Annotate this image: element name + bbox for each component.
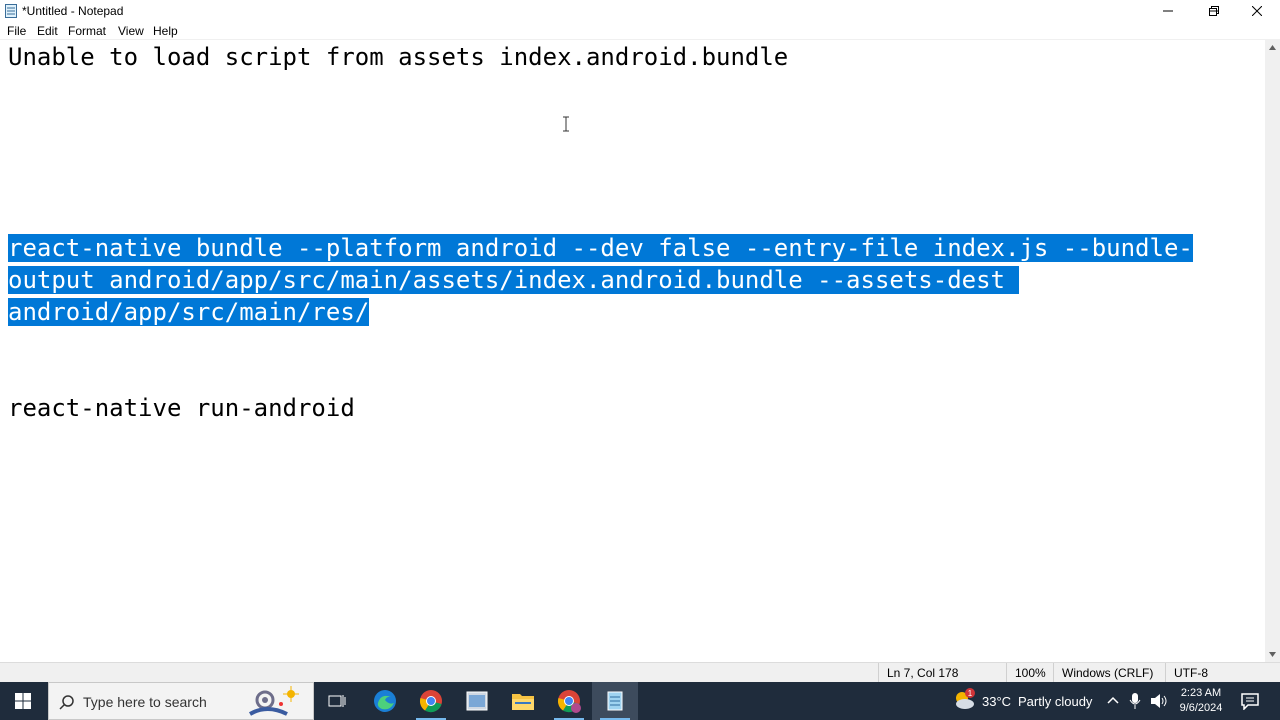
line-text: Unable to load script from assets index.…	[8, 43, 789, 71]
weather-temperature[interactable]: 33°C	[982, 694, 1011, 709]
search-icon	[59, 695, 74, 710]
title-bar[interactable]: *Untitled - Notepad	[0, 0, 1280, 21]
notepad-taskbar-button-alt[interactable]	[454, 682, 500, 720]
line-ending: Windows (CRLF)	[1053, 663, 1165, 683]
clock-time: 2:23 AM	[1180, 687, 1222, 699]
menu-format[interactable]: Format	[68, 24, 106, 38]
text-cursor-icon	[562, 116, 570, 132]
task-view-icon	[328, 695, 346, 707]
clock-date: 9/6/2024	[1179, 702, 1223, 714]
weather-badge: 1	[968, 689, 973, 698]
menu-help[interactable]: Help	[153, 24, 178, 38]
vertical-scrollbar[interactable]	[1265, 40, 1280, 662]
edge-icon	[374, 690, 396, 712]
edge-button[interactable]	[362, 682, 408, 720]
restore-button[interactable]	[1191, 0, 1237, 21]
line-text: react-native run-android	[8, 394, 355, 422]
scroll-down-icon	[1269, 652, 1276, 657]
task-view-button[interactable]	[314, 682, 360, 720]
windows-logo-icon	[15, 693, 31, 709]
taskbar: Type here to search 1 33°C Partly cloudy…	[0, 682, 1280, 720]
editor-line: android/app/src/main/res/	[8, 296, 370, 328]
min-button[interactable]	[1145, 0, 1191, 21]
editor-line: react-native bundle --platform android -…	[8, 232, 1193, 264]
chrome-icon	[419, 690, 442, 713]
close-icon	[1252, 5, 1262, 16]
editor-line: react-native run-android	[8, 392, 355, 424]
microphone-icon[interactable]	[1129, 693, 1141, 714]
editor-line: output android/app/src/main/assets/index…	[8, 264, 1020, 296]
menu-view[interactable]: View	[118, 24, 144, 38]
folder-icon	[512, 694, 534, 710]
search-highlight-icon	[248, 686, 299, 716]
cursor-position: Ln 7, Col 178	[878, 663, 1006, 683]
menu-bar: File Edit Format View Help	[0, 21, 1280, 40]
scroll-up-icon	[1269, 45, 1276, 50]
weather-icon[interactable]: 1	[952, 688, 976, 712]
close-button[interactable]	[1234, 0, 1280, 21]
chrome-profile-icon	[557, 690, 581, 713]
notifications-icon[interactable]	[1241, 692, 1259, 715]
editor-line: Unable to load script from assets index.…	[8, 41, 788, 73]
volume-icon[interactable]	[1150, 693, 1168, 714]
min-icon	[1163, 10, 1173, 11]
taskbar-search[interactable]: Type here to search	[48, 682, 314, 720]
zoom-level: 100%	[1006, 663, 1053, 683]
chrome-button[interactable]	[408, 682, 454, 720]
window-title: *Untitled - Notepad	[22, 4, 124, 18]
start-button[interactable]	[0, 682, 46, 720]
menu-file[interactable]: File	[7, 24, 26, 38]
notepad-icon	[607, 691, 623, 711]
encoding: UTF-8	[1165, 663, 1265, 683]
notepad-icon	[5, 3, 18, 18]
show-hidden-icons-icon[interactable]	[1106, 693, 1120, 712]
restore-icon	[1209, 5, 1219, 16]
notepad-window: *Untitled - Notepad File Edit Format Vie…	[0, 0, 1280, 683]
text-editor[interactable]: Unable to load script from assets index.…	[0, 40, 1265, 662]
weather-description[interactable]: Partly cloudy	[1018, 694, 1092, 709]
window-app-icon	[466, 691, 488, 711]
selected-text: android/app/src/main/res/	[8, 298, 370, 326]
chrome-profile-button[interactable]	[546, 682, 592, 720]
search-placeholder: Type here to search	[83, 694, 207, 710]
selected-text: react-native bundle --platform android -…	[8, 234, 1193, 262]
status-bar: Ln 7, Col 178 100% Windows (CRLF) UTF-8	[0, 662, 1280, 683]
notepad-taskbar-button[interactable]	[592, 682, 638, 720]
system-clock[interactable]: 2:23 AM 9/6/2024	[1168, 686, 1234, 716]
file-explorer-button[interactable]	[500, 682, 546, 720]
menu-edit[interactable]: Edit	[37, 24, 58, 38]
selected-text: output android/app/src/main/assets/index…	[8, 266, 1020, 294]
